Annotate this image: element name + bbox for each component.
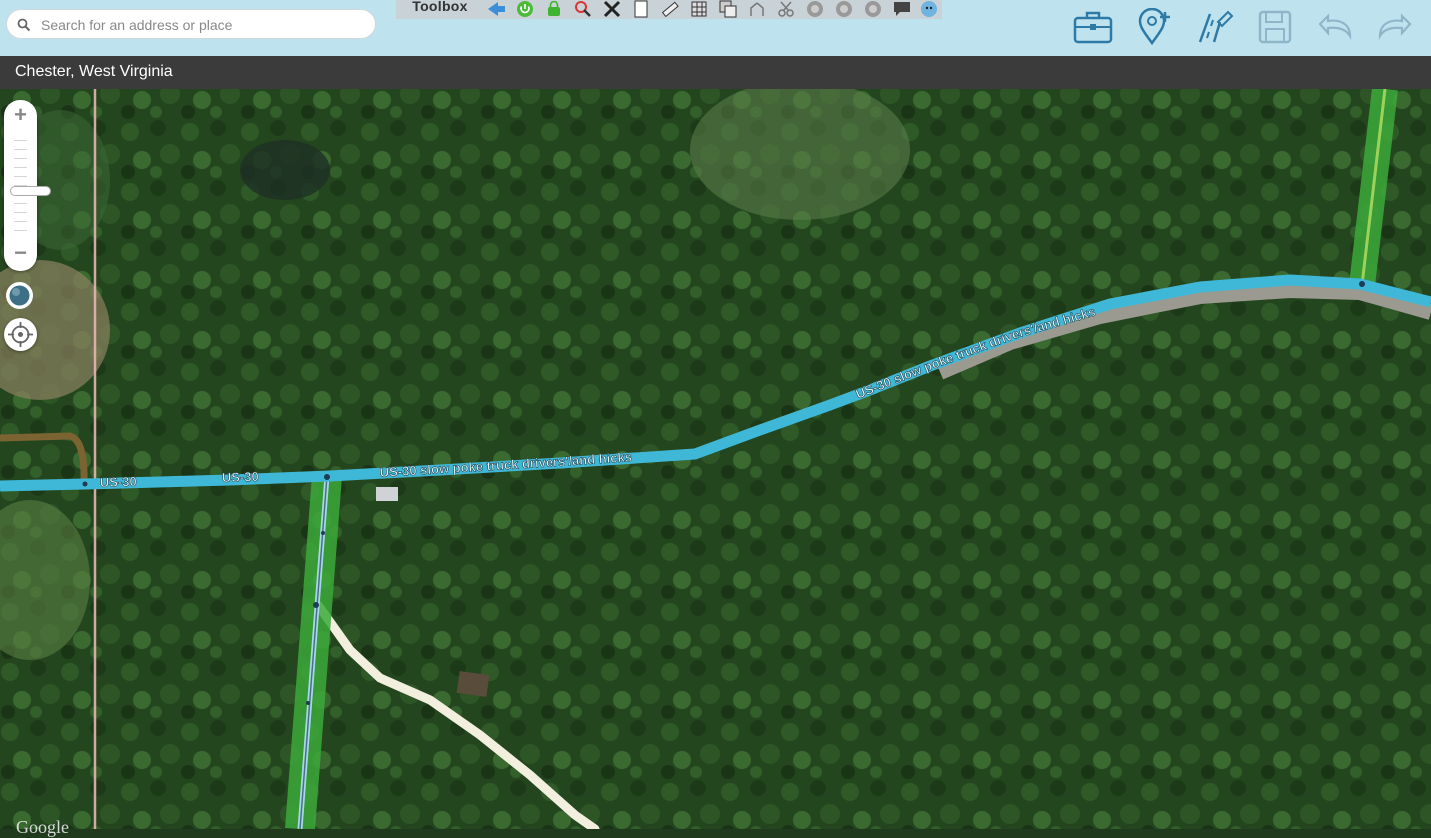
road-edit-icon[interactable]	[1194, 8, 1236, 46]
comment-icon[interactable]	[890, 0, 914, 18]
location-bar: Chester, West Virginia	[0, 56, 1431, 89]
search-box[interactable]	[6, 9, 376, 39]
scissors-icon[interactable]	[774, 0, 798, 18]
zoom-slider[interactable]	[10, 132, 51, 232]
undo-icon[interactable]	[1314, 8, 1356, 46]
lock-icon[interactable]	[542, 0, 566, 18]
copy-icon[interactable]	[716, 0, 740, 18]
search-input[interactable]	[39, 14, 363, 36]
junction-icon[interactable]	[745, 0, 769, 18]
road-label-us30-2: US-30	[222, 469, 259, 485]
circle-1-icon[interactable]	[803, 0, 827, 18]
zoom-in-button[interactable]: +	[4, 102, 37, 128]
save-icon[interactable]	[1254, 8, 1296, 46]
toolbox-bar: Toolbox	[396, 0, 942, 19]
map-canvas[interactable]: US-30 US-30 US-30 slow poke truck driver…	[0, 89, 1431, 829]
globe-icon	[9, 285, 30, 306]
page-icon[interactable]	[629, 0, 653, 18]
briefcase-icon[interactable]	[1072, 8, 1114, 46]
place-pin-icon[interactable]	[1134, 8, 1176, 46]
road-label-us30-long-2: US-30 slow poke truck drivers'/and hicks	[854, 304, 1098, 402]
toolbox-label[interactable]: Toolbox	[396, 0, 484, 14]
ruler-icon[interactable]	[658, 0, 682, 18]
search-icon	[17, 18, 31, 32]
tools-icon[interactable]	[600, 0, 624, 18]
circle-3-icon[interactable]	[861, 0, 885, 18]
zoom-slider-thumb[interactable]	[10, 186, 51, 196]
zoom-out-button[interactable]: −	[4, 240, 37, 266]
back-arrow-icon[interactable]	[484, 0, 508, 18]
road-labels: US-30 US-30 US-30 slow poke truck driver…	[99, 304, 1098, 491]
power-icon[interactable]	[513, 0, 537, 18]
location-title: Chester, West Virginia	[15, 63, 173, 80]
locate-me-button[interactable]	[4, 318, 37, 351]
road-label-us30-1: US-30	[100, 474, 137, 490]
layers-button[interactable]	[6, 282, 33, 309]
top-bar: Toolbox	[0, 0, 1431, 56]
magnify-red-icon[interactable]	[571, 0, 595, 18]
zoom-control: + −	[4, 100, 51, 271]
road-label-us30-long-1: US-30 slow poke truck drivers'/and hicks	[379, 449, 632, 480]
crosshair-icon	[8, 322, 33, 347]
redo-icon[interactable]	[1374, 8, 1416, 46]
google-attribution: Google	[16, 817, 69, 837]
grid-icon[interactable]	[687, 0, 711, 18]
wazer-icon[interactable]	[917, 0, 941, 18]
circle-2-icon[interactable]	[832, 0, 856, 18]
